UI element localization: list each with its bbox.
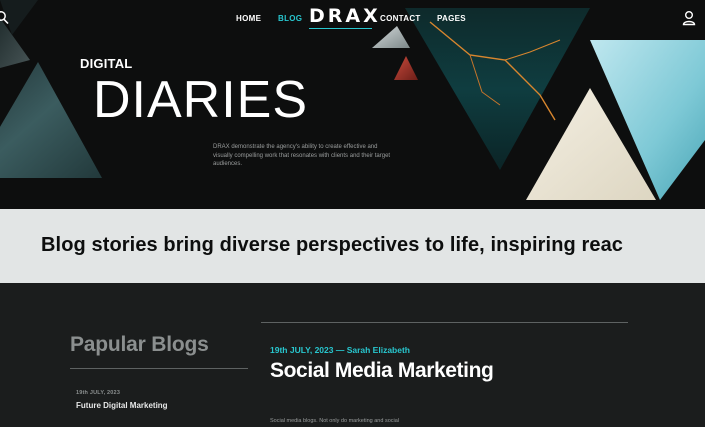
nav-link-blog[interactable]: BLOG [278, 14, 302, 23]
search-icon[interactable] [0, 10, 10, 26]
nav-link-pages[interactable]: PAGES [437, 14, 466, 23]
sidebar-title: Papular Blogs [70, 333, 209, 356]
hero-description: DRAX demonstrate the agency's ability to… [213, 144, 391, 168]
nav-link-contact[interactable]: CONTACT [380, 14, 421, 23]
hero-section: HOME BLOG DRAX CONTACT PAGES DIGITAL DIA… [0, 0, 705, 209]
post-divider [261, 322, 628, 323]
post-meta: 19th JULY, 2023 — Sarah Elizabeth [270, 345, 410, 355]
post-excerpt: Social media blogs. Not only do marketin… [270, 418, 400, 424]
sidebar-divider [70, 368, 248, 369]
hero-title: DIARIES [93, 71, 309, 129]
post-title[interactable]: Social Media Marketing [270, 359, 530, 382]
hero-kicker: DIGITAL [80, 56, 133, 71]
user-icon[interactable] [682, 10, 696, 26]
logo-underline [309, 28, 372, 29]
nav-link-home[interactable]: HOME [236, 14, 261, 23]
tagline-text: Blog stories bring diverse perspectives … [41, 234, 624, 256]
sidebar-item-date: 19th JULY, 2023 [76, 390, 121, 396]
sidebar-item-link[interactable]: Future Digital Marketing [76, 401, 168, 410]
top-navigation: HOME BLOG DRAX CONTACT PAGES [0, 0, 705, 38]
logo[interactable]: DRAX [309, 5, 381, 27]
